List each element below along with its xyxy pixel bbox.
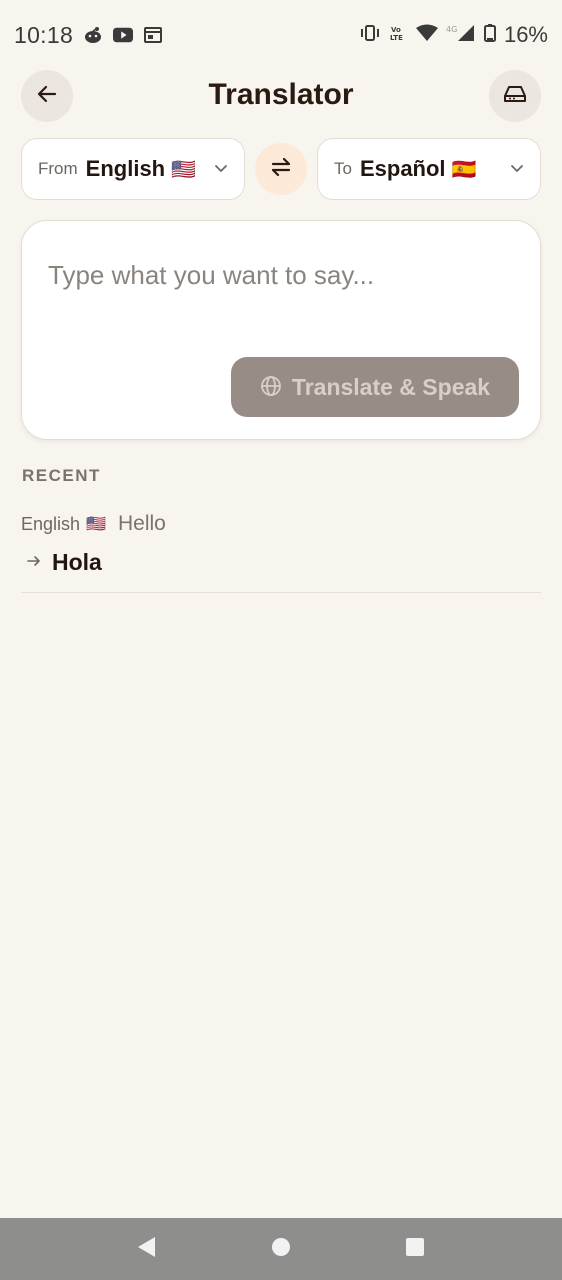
from-prefix: From (38, 159, 78, 178)
to-language-name: Español (359, 156, 446, 181)
history-button[interactable] (489, 70, 541, 122)
status-left: 10:18 (14, 22, 163, 49)
recent-item[interactable]: English 🇺🇸 Hello Hola (21, 506, 541, 593)
from-language-name: English (85, 156, 166, 181)
translate-speak-button[interactable]: Translate & Speak (231, 357, 519, 417)
reddit-icon (83, 25, 103, 45)
chevron-down-icon (510, 161, 524, 179)
chevron-down-icon (214, 161, 228, 179)
input-card: Translate & Speak (21, 220, 541, 440)
swap-arrows-icon (269, 157, 293, 182)
phrase-input[interactable] (48, 255, 518, 295)
battery-icon (483, 23, 496, 47)
svg-text:LTE: LTE (390, 34, 403, 42)
wifi-icon (415, 24, 438, 47)
circle-home-icon (271, 1237, 291, 1262)
square-recents-icon (405, 1237, 425, 1262)
language-selector-row: From English 🇺🇸 To Español 🇪🇸 (21, 138, 541, 200)
recent-source-row: English 🇺🇸 Hello (21, 512, 166, 536)
nav-home-button[interactable] (259, 1227, 303, 1271)
from-language-select[interactable]: From English 🇺🇸 (21, 138, 245, 200)
vibrate-icon (360, 24, 380, 46)
recent-source-text: Hello (117, 512, 166, 535)
globe-icon (260, 375, 282, 400)
translate-button-label: Translate & Speak (291, 373, 491, 400)
battery-level: 16% (503, 22, 548, 47)
drive-icon (503, 84, 527, 109)
youtube-icon (113, 25, 134, 45)
status-time: 10:18 (14, 21, 74, 48)
status-right: Vo LTE 4G 16% (360, 22, 548, 48)
signal-icon: 4G (446, 24, 476, 47)
to-language-select[interactable]: To Español 🇪🇸 (317, 138, 541, 200)
svg-text:Vo: Vo (391, 26, 401, 34)
system-nav-bar (0, 1218, 562, 1280)
us-flag-icon: 🇺🇸 (171, 158, 197, 181)
page-title: Translator (208, 78, 354, 111)
swap-languages-button[interactable] (255, 143, 307, 195)
status-bar: 10:18 Vo LTE 4G 16% (0, 0, 562, 70)
arrow-right-icon (27, 554, 41, 572)
recent-target-text: Hola (52, 549, 102, 575)
spain-flag-icon: 🇪🇸 (451, 158, 477, 181)
calendar-icon (143, 25, 163, 45)
recent-heading: RECENT (22, 466, 101, 485)
recent-source-language: English (21, 513, 81, 534)
nav-recents-button[interactable] (393, 1227, 437, 1271)
triangle-back-icon (137, 1236, 157, 1263)
volte-icon: Vo LTE (388, 24, 408, 47)
app-header: Translator (0, 70, 562, 124)
us-flag-icon: 🇺🇸 (86, 516, 106, 533)
nav-back-button[interactable] (125, 1227, 169, 1271)
svg-text:4G: 4G (446, 25, 457, 34)
to-prefix: To (334, 159, 352, 178)
